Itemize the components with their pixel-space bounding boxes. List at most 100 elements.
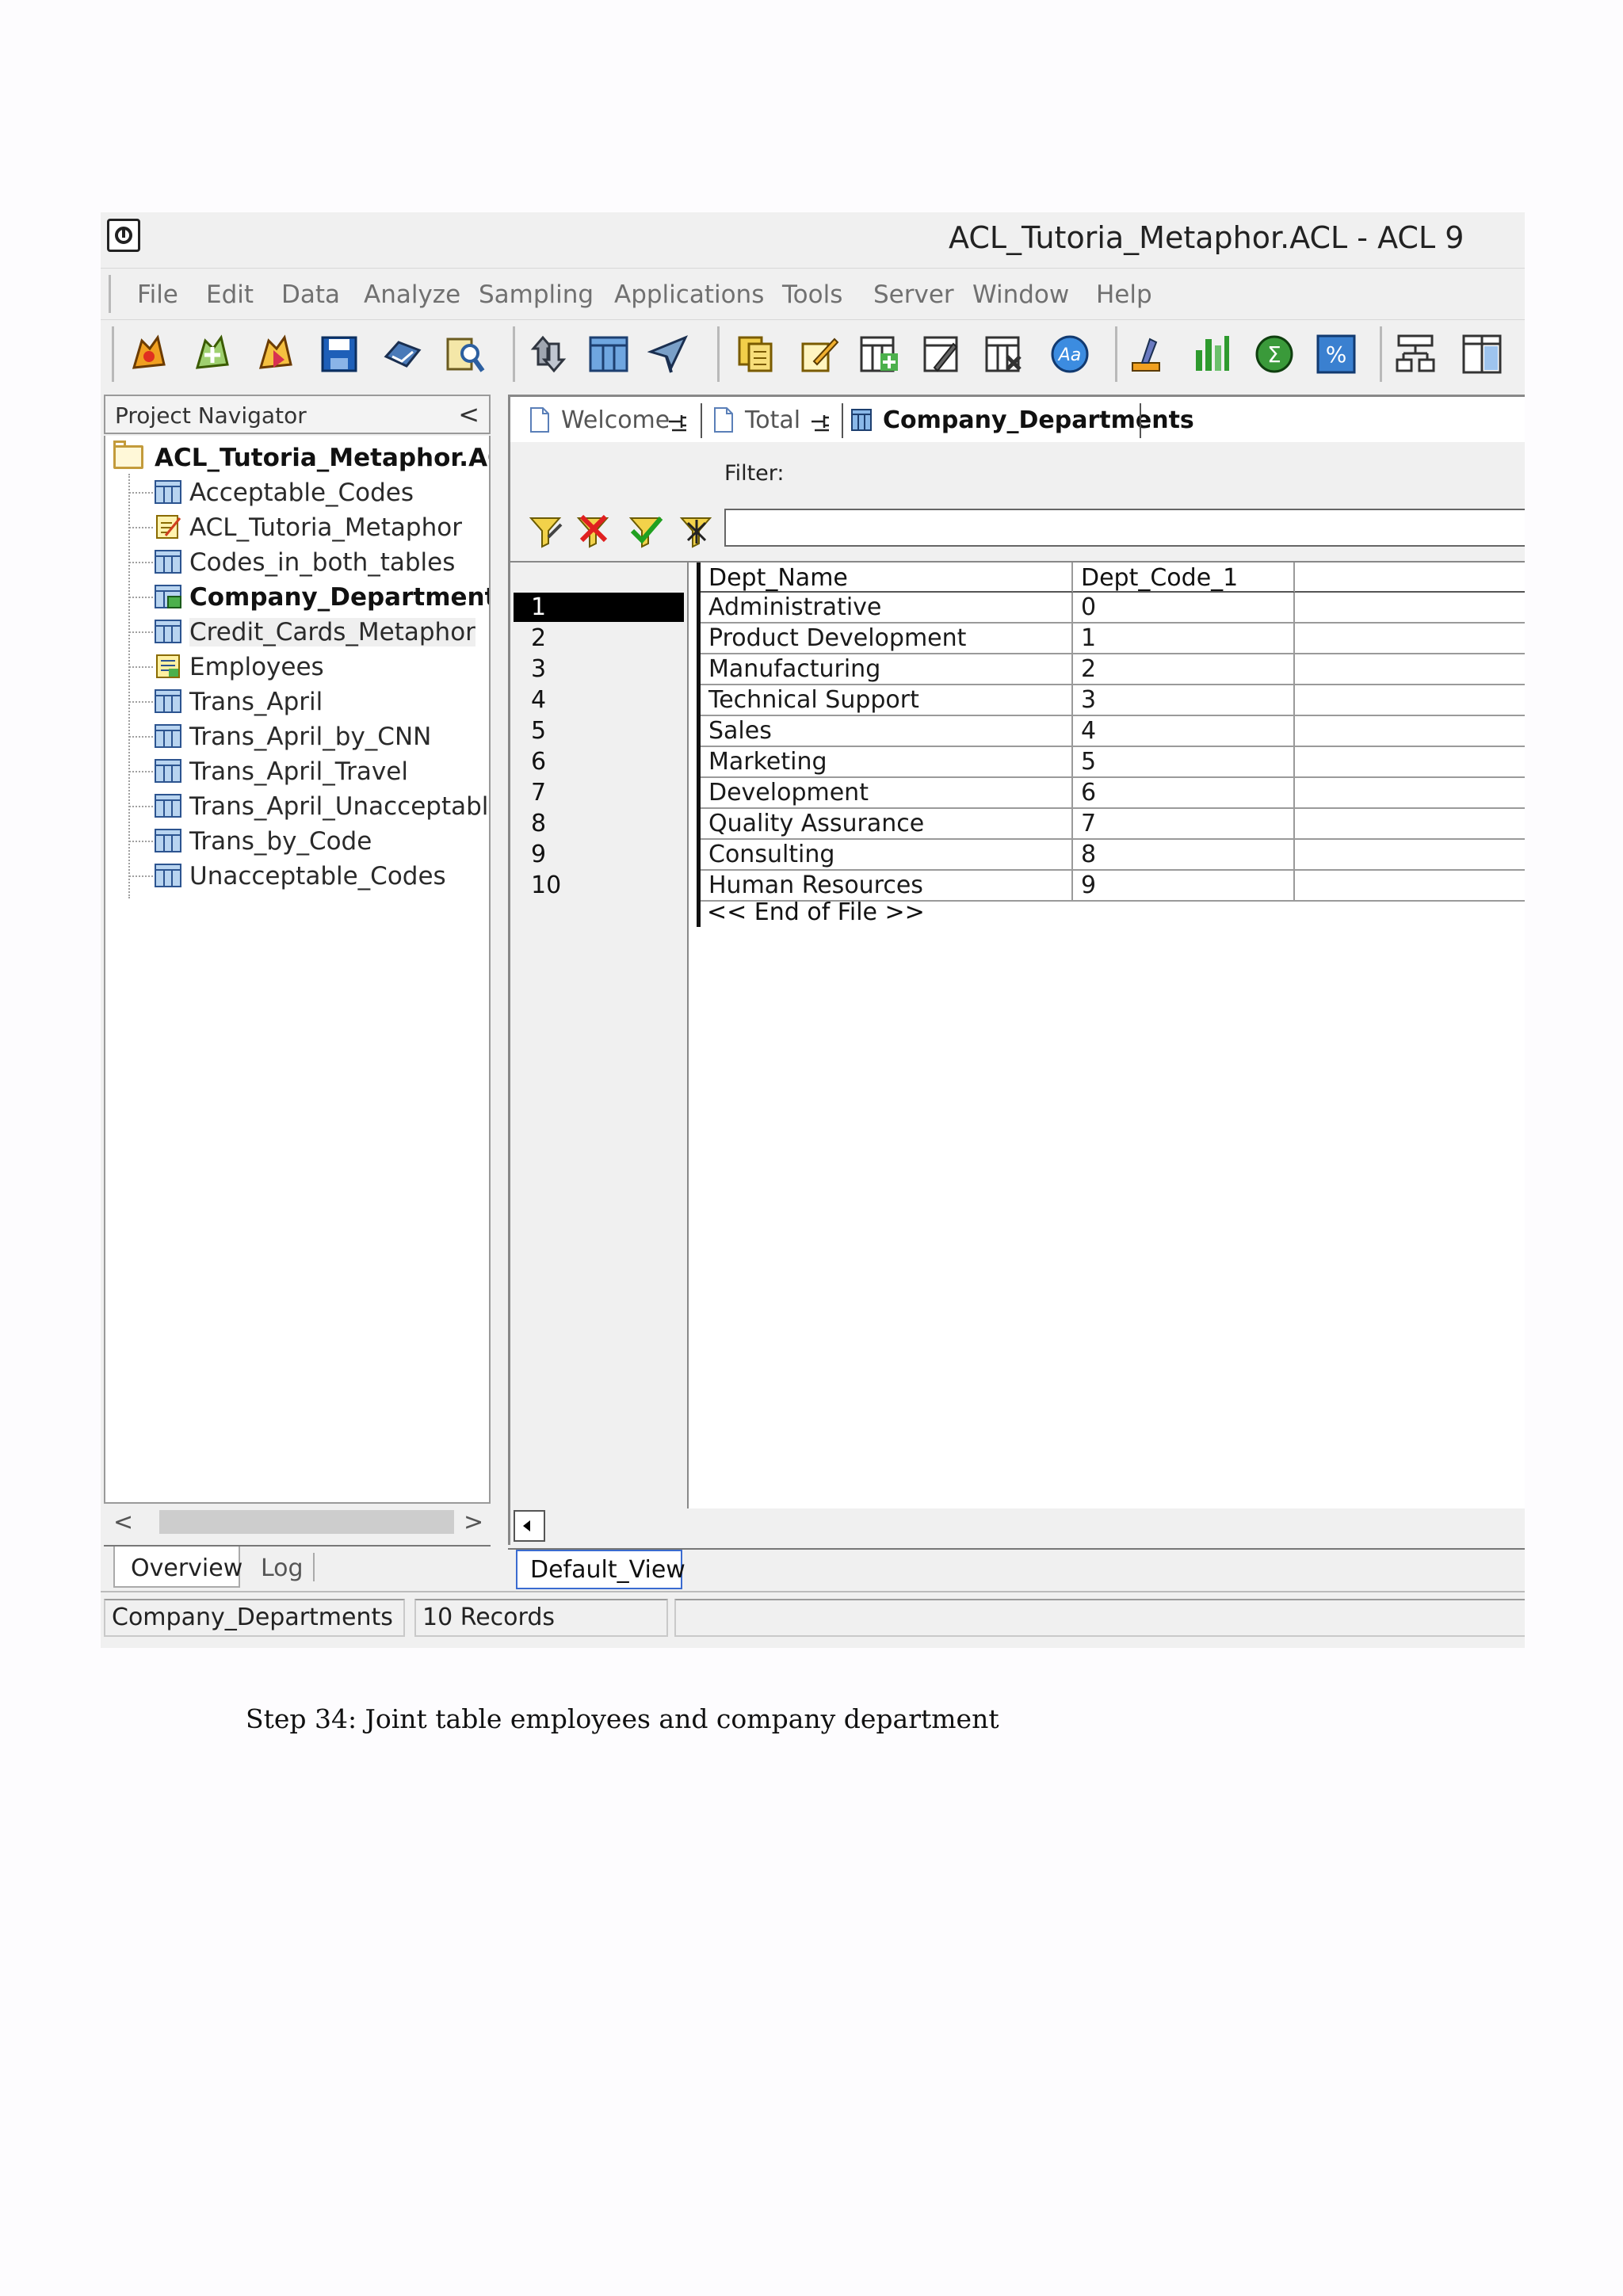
table-row[interactable]: 4 Technical Support 3 [510,685,1525,716]
row-number[interactable]: 10 [514,871,684,900]
row-number[interactable]: 7 [514,778,684,807]
menu-server[interactable]: Server [873,280,954,309]
open-project-icon[interactable] [128,333,170,376]
total-icon[interactable]: Σ [1253,333,1296,376]
cell-dept-name[interactable]: Development [701,778,1073,809]
table-row[interactable]: 2 Product Development 1 [510,624,1525,654]
cell-dept-code[interactable]: 9 [1073,871,1295,902]
tree-item-unacceptable-codes[interactable]: Unacceptable_Codes [129,859,486,892]
tab-log[interactable]: Log [251,1547,315,1588]
navigator-collapse-button[interactable]: < [458,399,479,429]
tree-item-acceptable-codes[interactable]: Acceptable_Codes [129,475,486,509]
row-number[interactable]: 8 [514,809,684,838]
table-row[interactable]: 8 Quality Assurance 7 [510,809,1525,840]
tab-overview[interactable]: Overview [113,1547,242,1588]
save-icon[interactable] [318,333,361,376]
tab-total[interactable]: Total [713,402,840,440]
table-row[interactable]: 7 Development 6 [510,778,1525,809]
column-header-dept-code[interactable]: Dept_Code_1 [1073,563,1295,593]
menu-help[interactable]: Help [1096,280,1152,309]
tab-company-departments[interactable]: Company_Departments [851,402,1194,440]
table-row[interactable]: 9 Consulting 8 [510,840,1525,871]
verify-icon[interactable] [1126,333,1169,376]
find-icon[interactable] [443,333,486,376]
table-row[interactable]: 6 Marketing 5 [510,747,1525,778]
menu-sampling[interactable]: Sampling [479,280,594,309]
table-layout-icon[interactable] [587,333,630,376]
menu-applications[interactable]: Applications [614,280,764,309]
row-number[interactable]: 6 [514,747,684,776]
table-row[interactable]: 1 Administrative 0 [510,593,1525,624]
print-icon[interactable] [381,333,424,376]
tree-item-trans-april-travel[interactable]: Trans_April_Travel [129,754,486,788]
edit-filter-icon[interactable] [528,513,564,550]
cell-dept-name[interactable]: Technical Support [701,685,1073,716]
row-number[interactable]: 9 [514,840,684,869]
cell-dept-code[interactable]: 0 [1073,593,1295,624]
split-view-icon[interactable] [1461,333,1503,376]
row-number[interactable]: 2 [514,624,684,653]
scroll-left-icon[interactable] [514,1510,545,1542]
cell-dept-code[interactable]: 3 [1073,685,1295,716]
open-table-icon[interactable] [254,333,297,376]
menu-tools[interactable]: Tools [782,280,842,309]
tree-item-trans-april-unacceptable[interactable]: Trans_April_Unacceptable [129,789,489,822]
copy-table-icon[interactable] [735,333,777,376]
cell-dept-name[interactable]: Sales [701,716,1073,747]
menu-analyze[interactable]: Analyze [364,280,460,309]
menu-file[interactable]: File [137,280,178,309]
percent-icon[interactable]: % [1315,333,1358,376]
cell-dept-code[interactable]: 6 [1073,778,1295,809]
cell-dept-code[interactable]: 1 [1073,624,1295,654]
cell-dept-code[interactable]: 7 [1073,809,1295,840]
scroll-right-icon[interactable]: > [464,1508,483,1536]
add-column-icon[interactable] [858,333,901,376]
table-row[interactable]: 3 Manufacturing 2 [510,654,1525,685]
cell-dept-code[interactable]: 8 [1073,840,1295,871]
row-number[interactable]: 4 [514,685,684,715]
remove-column-icon[interactable] [983,333,1026,376]
cell-dept-name[interactable]: Marketing [701,747,1073,778]
row-number[interactable]: 5 [514,716,684,746]
tree-item-trans-april-by-cnn[interactable]: Trans_April_by_CNN [129,719,486,753]
structure-icon[interactable] [1394,333,1437,376]
filter-history-icon[interactable] [678,513,715,550]
cell-dept-name[interactable]: Human Resources [701,871,1073,902]
new-project-icon[interactable] [191,333,234,376]
menu-window[interactable]: Window [972,280,1069,309]
pin-icon[interactable] [667,411,688,432]
menu-edit[interactable]: Edit [206,280,254,309]
tree-item-trans-april[interactable]: Trans_April [129,685,486,718]
pin-icon[interactable] [810,411,831,432]
tree-item-acl-tutoria-metaphor[interactable]: ACL_Tutoria_Metaphor [129,510,486,543]
scroll-left-icon[interactable]: < [113,1508,133,1536]
tree-item-credit-cards-metaphor[interactable]: Credit_Cards_Metaphor [129,615,486,648]
cell-dept-name[interactable]: Quality Assurance [701,809,1073,840]
history-icon[interactable] [647,333,690,376]
cell-dept-code[interactable]: 5 [1073,747,1295,778]
row-number[interactable]: 3 [514,654,684,684]
tree-item-codes-in-both-tables[interactable]: Codes_in_both_tables [129,545,486,578]
edit-column-icon[interactable] [922,333,964,376]
cell-dept-code[interactable]: 4 [1073,716,1295,747]
statistics-icon[interactable] [1190,333,1232,376]
acl-app-icon[interactable] [107,219,140,252]
tab-welcome[interactable]: Welcome [529,402,696,440]
tree-item-trans-by-code[interactable]: Trans_by_Code [129,824,486,857]
filter-input[interactable] [724,509,1525,547]
cell-dept-name[interactable]: Administrative [701,593,1073,624]
cell-dept-code[interactable]: 2 [1073,654,1295,685]
refresh-icon[interactable] [527,333,570,376]
cell-dept-name[interactable]: Manufacturing [701,654,1073,685]
tab-default-view[interactable]: Default_View [516,1550,685,1589]
grid-scrollbar[interactable] [508,1508,1525,1545]
font-icon[interactable]: Aa [1048,333,1091,376]
column-header-dept-name[interactable]: Dept_Name [701,563,1073,593]
menu-data[interactable]: Data [281,280,340,309]
tree-item-employees[interactable]: Employees [129,650,486,683]
edit-definition-icon[interactable] [798,333,841,376]
scrollbar-thumb[interactable] [159,1510,454,1534]
apply-filter-icon[interactable] [628,513,664,550]
cell-dept-name[interactable]: Product Development [701,624,1073,654]
cell-dept-name[interactable]: Consulting [701,840,1073,871]
